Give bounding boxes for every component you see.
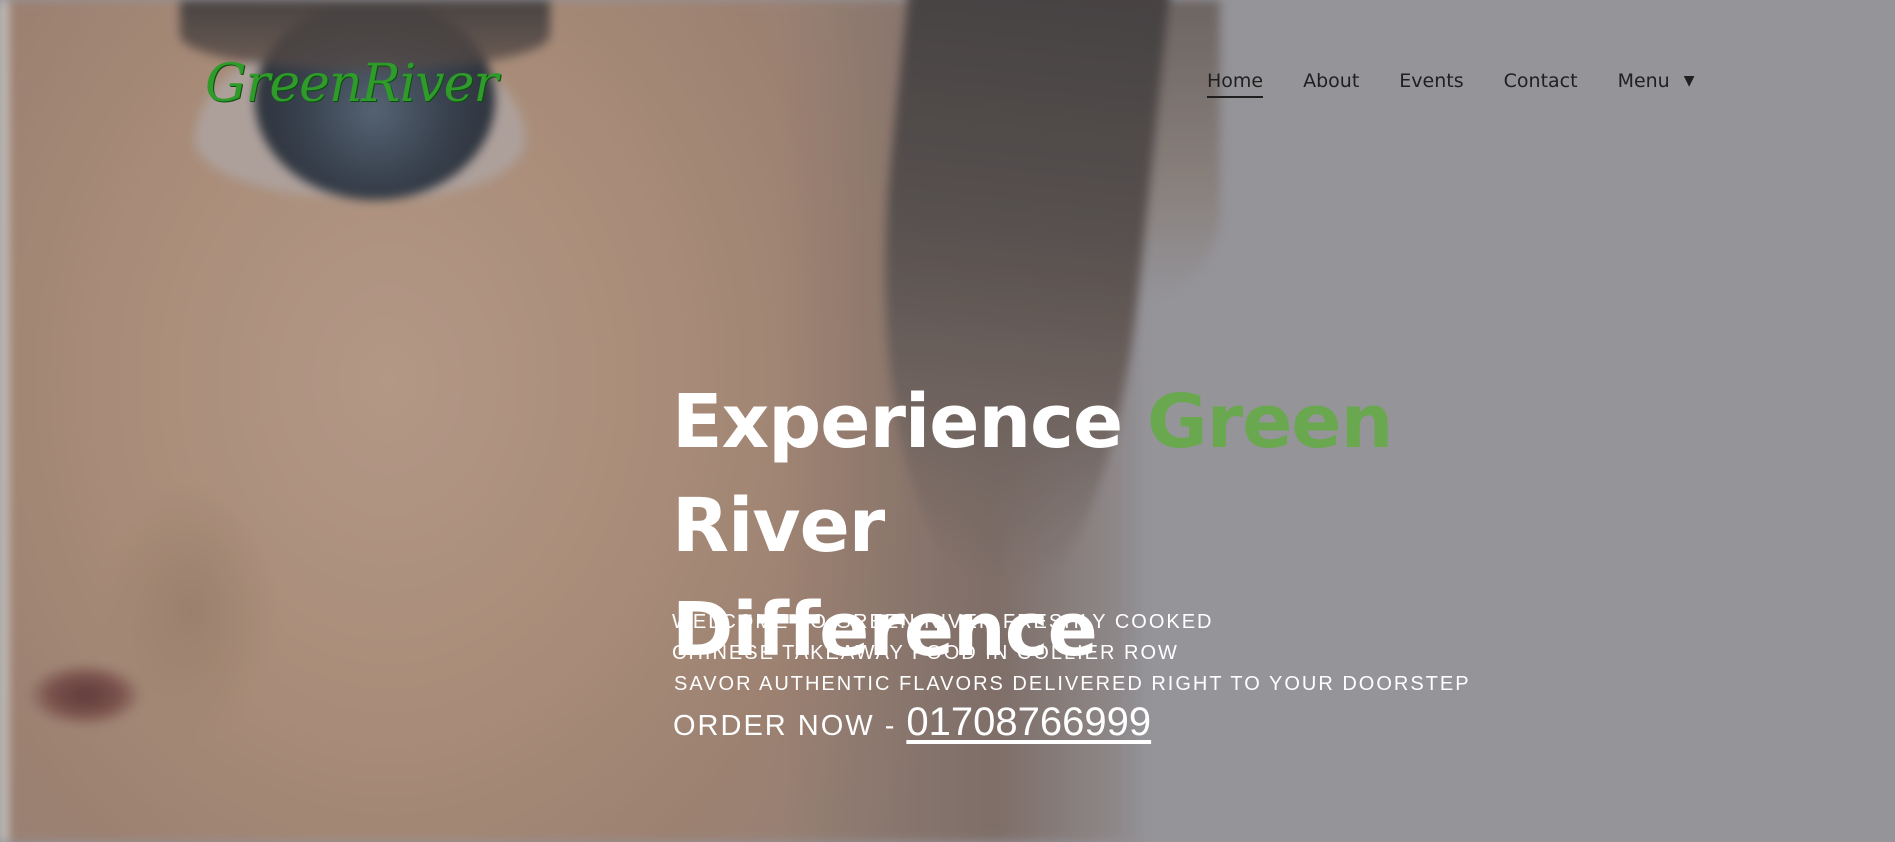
hero-section: GreenRiver Home About Events Contact Men… xyxy=(0,0,1895,842)
nav-item-about[interactable]: About xyxy=(1303,70,1359,98)
headline-part1: Experience xyxy=(672,379,1147,465)
hero-tagline-line3: SAVOR AUTHENTIC FLAVORS DELIVERED RIGHT … xyxy=(674,673,1471,695)
nav-item-contact[interactable]: Contact xyxy=(1504,70,1578,98)
caret-down-icon: ▼ xyxy=(1683,73,1695,89)
nav-item-menu-label: Menu xyxy=(1617,70,1670,92)
headline-part2: River xyxy=(672,483,885,569)
phone-link[interactable]: 01708766999 xyxy=(906,700,1151,745)
headline-highlight: Green xyxy=(1147,379,1393,465)
order-now: ORDER NOW - 01708766999 xyxy=(673,700,1151,745)
nav-item-home[interactable]: Home xyxy=(1207,70,1264,98)
order-now-label: ORDER NOW - xyxy=(673,710,897,742)
nav-item-menu[interactable]: Menu ▼ xyxy=(1618,70,1695,98)
nav-item-events[interactable]: Events xyxy=(1399,70,1463,98)
logo-text: GreenRiver xyxy=(205,54,498,114)
site-logo[interactable]: GreenRiver xyxy=(205,36,498,136)
hero-headline: Experience Green River Difference xyxy=(672,370,1572,682)
hero-tagline-line1: WELCOME TO GREEN RIVER FRESHLY COOKED xyxy=(672,611,1214,633)
hero-tagline-line2: CHINESE TAKEAWAY FOOD IN COLLIER ROW xyxy=(672,642,1179,664)
main-nav: Home About Events Contact Menu ▼ xyxy=(1207,70,1695,98)
